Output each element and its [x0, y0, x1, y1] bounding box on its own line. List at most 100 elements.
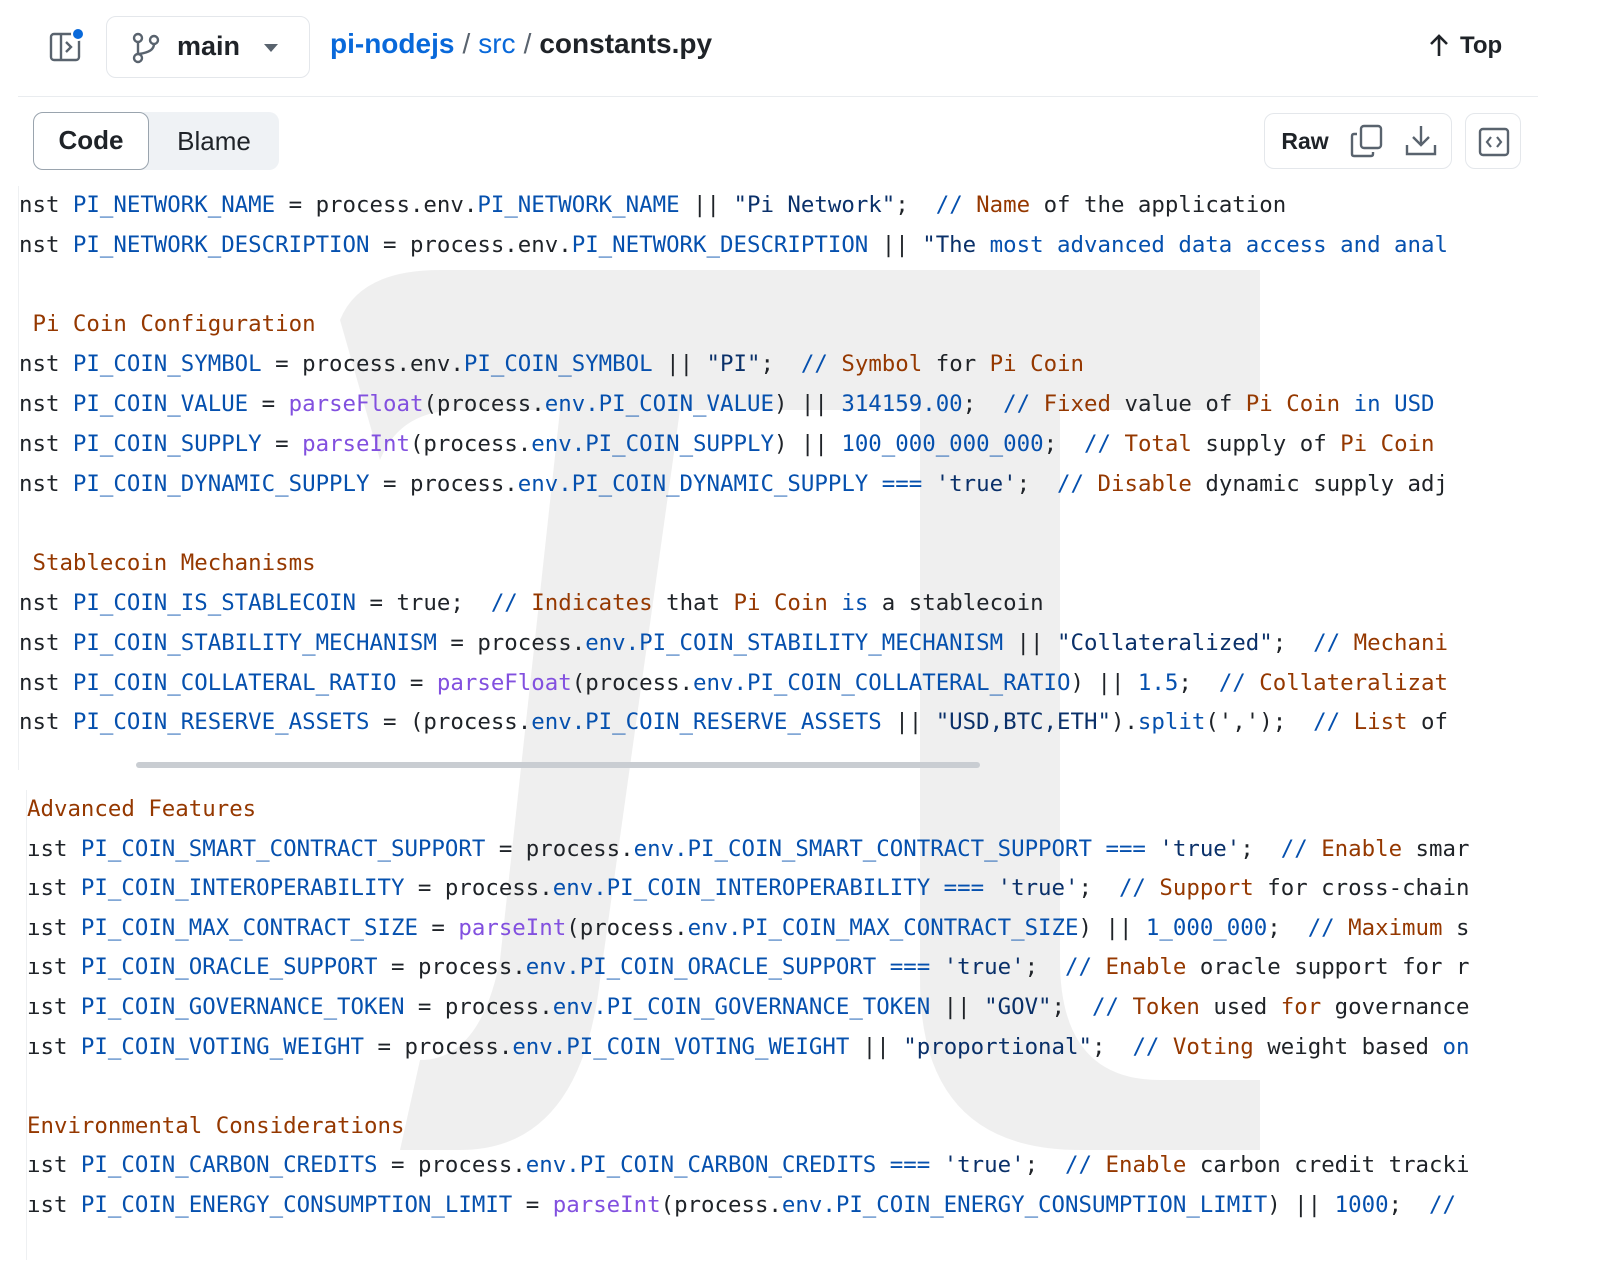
code-token: that	[652, 589, 734, 616]
code-token: ;	[1272, 629, 1314, 656]
code-token: env.PI_COIN_VOTING_WEIGHT	[512, 1033, 850, 1060]
code-token: PI_COIN_SYMBOL	[72, 351, 262, 378]
code-token: PI_COIN_RESERVE_ASSETS	[72, 709, 370, 736]
code-token: ===	[876, 1152, 944, 1179]
breadcrumb-repo-link[interactable]: pi-nodejs	[330, 28, 454, 59]
code-line: nst PI_COIN_SYMBOL = process.env.PI_COIN…	[19, 345, 1539, 385]
code-token: "PI"	[706, 351, 761, 378]
code-token: parseInt	[458, 914, 567, 941]
code-token: dynamic supply adj	[1191, 470, 1449, 497]
copy-raw-button[interactable]	[1349, 123, 1385, 159]
code-token: PI_NETWORK_NAME	[477, 192, 680, 218]
tab-code[interactable]: Code	[33, 112, 149, 170]
code-token: ;	[1078, 875, 1119, 902]
code-token: //	[1003, 390, 1044, 417]
horizontal-scrollbar[interactable]	[136, 762, 980, 768]
code-token: nst	[19, 709, 73, 736]
code-line: Stablecoin Mechanisms	[19, 544, 1539, 584]
code-token: parseFloat	[436, 669, 572, 696]
code-square-icon	[1478, 127, 1510, 157]
code-token: Maximum	[1348, 914, 1443, 941]
code-token: Pi Coin	[1245, 390, 1341, 417]
code-token: 1_000_000	[1145, 914, 1268, 941]
code-token: ;	[760, 351, 801, 378]
code-token: PI_COIN_DYNAMIC_SUPPLY	[72, 470, 370, 497]
code-token: ) ||	[1070, 669, 1138, 696]
code-token: env.PI_COIN_GOVERNANCE_TOKEN	[552, 993, 931, 1020]
code-token: = process.	[377, 1152, 526, 1179]
code-token: 314159.00	[841, 390, 963, 417]
code-token: PI_COIN_IS_STABLECOIN	[72, 589, 357, 616]
code-line: Pi Coin Configuration	[19, 305, 1539, 345]
code-token: ;	[1267, 914, 1308, 941]
code-token: ıst	[27, 1191, 81, 1218]
code-token: ===	[876, 954, 944, 981]
symbols-panel-button[interactable]	[1465, 113, 1521, 169]
code-line: nst PI_COIN_STABILITY_MECHANISM = proces…	[19, 624, 1539, 664]
code-token: PI_NETWORK_NAME	[72, 192, 276, 218]
code-view-continued[interactable]: Advanced Features ıst PI_COIN_SMART_CONTR…	[26, 790, 1547, 1260]
code-token: //	[1313, 629, 1354, 656]
code-token: (process.	[660, 1191, 782, 1218]
code-token: in USD	[1340, 390, 1435, 417]
code-token: 'true'	[943, 1152, 1025, 1179]
code-token: Pi Coin	[733, 589, 828, 616]
code-token: Indicates	[531, 589, 653, 616]
code-token: 'true'	[935, 470, 1017, 497]
code-token: Disable	[1097, 470, 1192, 497]
code-token: Token	[1132, 993, 1200, 1020]
view-mode-toggle: Code Blame	[33, 112, 279, 170]
code-token: ===	[930, 875, 998, 902]
code-token: = (process.	[369, 709, 532, 736]
code-token: //	[800, 351, 842, 378]
code-token: ||	[652, 351, 707, 378]
code-token: Total	[1124, 430, 1192, 457]
code-line: ıst PI_COIN_VOTING_WEIGHT = process.env.…	[27, 1028, 1547, 1068]
code-token: Enable	[1105, 1152, 1187, 1179]
code-token: PI_COIN_INTEROPERABILITY	[80, 875, 405, 902]
raw-button[interactable]: Raw	[1265, 114, 1345, 168]
code-token: = process.env.	[369, 231, 572, 258]
file-actions-group: Raw	[1264, 113, 1452, 169]
code-token: ) ||	[1078, 914, 1146, 941]
code-token: //	[1065, 954, 1106, 981]
branch-selector-button[interactable]: main	[106, 16, 310, 78]
copy-icon	[1350, 124, 1383, 158]
code-token: Enable	[1321, 835, 1403, 862]
code-token: ) ||	[773, 430, 842, 457]
scroll-to-top-link[interactable]: Top	[1428, 32, 1502, 60]
code-token: of	[1407, 709, 1448, 736]
code-token: Stablecoin Mechanisms	[19, 550, 316, 577]
code-token: ;	[1024, 954, 1066, 981]
breadcrumb-current-file: constants.py	[539, 28, 713, 59]
code-token: env.PI_COIN_RESERVE_ASSETS	[531, 709, 882, 736]
code-token: 100_000_000_000	[841, 430, 1044, 457]
sidebar-toggle-button[interactable]	[48, 27, 85, 64]
code-line: ıst PI_COIN_INTEROPERABILITY = process.e…	[27, 869, 1547, 909]
code-token: //	[1118, 875, 1160, 902]
code-line: ıst PI_COIN_ORACLE_SUPPORT = process.env…	[27, 948, 1547, 988]
code-token: = process.	[364, 1033, 513, 1060]
code-token: PI_COIN_VALUE	[72, 390, 249, 417]
code-token: = process.env.	[275, 192, 478, 218]
code-token: PI_COIN_ORACLE_SUPPORT	[80, 954, 378, 981]
code-token: //	[935, 192, 977, 218]
download-raw-button[interactable]	[1403, 123, 1439, 159]
code-token: ıst	[27, 1033, 81, 1060]
tab-blame[interactable]: Blame	[149, 112, 279, 170]
code-view[interactable]: nst PI_NETWORK_NAME = process.env.PI_NET…	[18, 186, 1539, 770]
code-token: 'true'	[943, 954, 1025, 981]
code-token: ;	[1016, 470, 1058, 497]
code-token: 1000	[1334, 1191, 1389, 1218]
code-token: smar	[1402, 835, 1470, 862]
code-token: nst	[19, 231, 73, 258]
chevron-down-icon	[264, 44, 278, 52]
code-token: for cross-chain	[1253, 875, 1470, 902]
code-token: //	[1132, 1033, 1173, 1060]
code-token: PI_COIN_GOVERNANCE_TOKEN	[80, 993, 405, 1020]
code-token: "Collateralized"	[1057, 629, 1273, 656]
code-token: = true;	[356, 589, 491, 616]
code-token: = process.env.	[261, 351, 464, 378]
breadcrumb-folder-link[interactable]: src	[478, 28, 515, 59]
